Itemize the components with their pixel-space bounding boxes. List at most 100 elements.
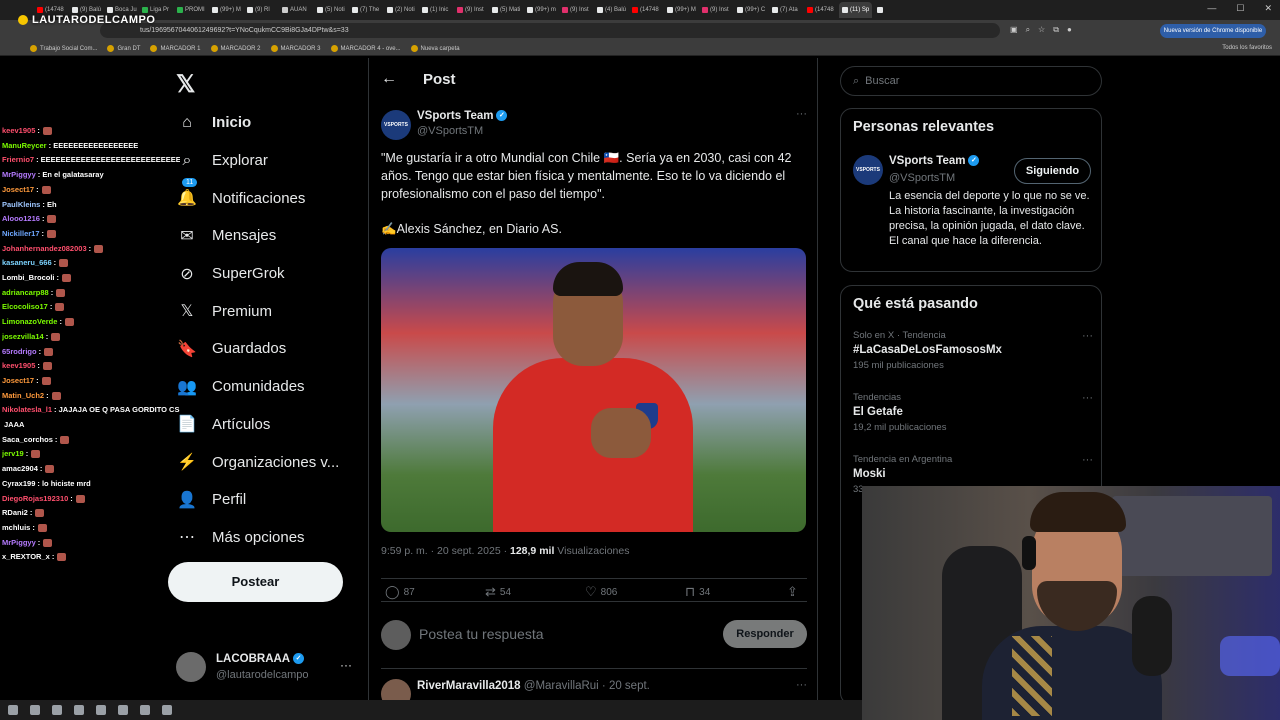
bookmark-item[interactable]: Trabajo Social Com...: [30, 45, 97, 52]
app-icon[interactable]: [74, 705, 84, 715]
bookmark-item[interactable]: Nueva carpeta: [410, 45, 460, 52]
browser-tab[interactable]: AUAN: [279, 2, 312, 18]
bookmark-item[interactable]: Gran DT: [107, 45, 140, 52]
browser-tab[interactable]: (99+) M: [209, 2, 242, 18]
trend-more-icon[interactable]: ···: [1082, 330, 1093, 342]
avatar[interactable]: VSPORTS: [381, 110, 411, 140]
browser-tab[interactable]: (9) Inst: [454, 2, 487, 18]
following-button[interactable]: Siguiendo: [1014, 158, 1091, 184]
url-field[interactable]: tus/1969567044061249692?t=YNoCqukmCC9Bi8…: [100, 23, 1000, 38]
relevant-name[interactable]: VSports Team ✓: [889, 155, 980, 167]
profile-icon[interactable]: ●: [1067, 25, 1072, 35]
post-more-icon[interactable]: ···: [796, 108, 807, 120]
more-icon[interactable]: ···: [340, 658, 352, 672]
file-explorer-icon[interactable]: [30, 705, 40, 715]
app-icon[interactable]: [118, 705, 128, 715]
browser-tab[interactable]: (99+) m: [524, 2, 557, 18]
relevant-people-card: Personas relevantes VSPORTS VSports Team…: [840, 108, 1102, 272]
chat-username: Johanhernandez082003: [2, 243, 87, 253]
nav-item-notificaciones[interactable]: 🔔 11 Notificaciones: [176, 178, 356, 217]
like-button[interactable]: ♡ 806: [585, 584, 617, 600]
repost-button[interactable]: ⇄ 54: [485, 584, 511, 600]
bookmark-button[interactable]: ⊓ 34: [685, 584, 710, 600]
browser-tab[interactable]: (9) Inst: [699, 2, 732, 18]
bookmark-item[interactable]: MARCADOR 3: [270, 45, 321, 52]
nav-item-premium[interactable]: 𝕏 Premium: [176, 292, 356, 330]
nav-item-organizaciones-v[interactable]: ⚡ Organizaciones v...: [176, 443, 356, 481]
browser-tab[interactable]: (14748: [804, 2, 837, 18]
browser-tab[interactable]: (5) Mati: [489, 2, 522, 18]
trend-more-icon[interactable]: ···: [1082, 392, 1093, 404]
back-arrow-icon[interactable]: ←: [381, 70, 397, 88]
browser-tab[interactable]: (9) Inst: [559, 2, 592, 18]
reply-submit-button[interactable]: Responder: [723, 620, 807, 648]
extension-icon[interactable]: ⧉: [1053, 25, 1059, 35]
trend-more-icon[interactable]: ···: [1082, 454, 1093, 466]
app-icon[interactable]: [162, 705, 172, 715]
browser-tab[interactable]: (11) Sp: [839, 2, 872, 18]
browser-tab[interactable]: (7) The: [349, 2, 382, 18]
browser-tab[interactable]: (1) Inic: [419, 2, 452, 18]
post-button[interactable]: Postear: [168, 562, 343, 602]
nav-item-inicio[interactable]: ⌂ Inicio: [176, 104, 356, 142]
browser-tab[interactable]: (2) Noti: [384, 2, 417, 18]
post-image[interactable]: [381, 248, 806, 532]
nav-item-perfil[interactable]: 👤 Perfil: [176, 481, 356, 519]
trend-context: Tendencia en Argentina: [853, 454, 953, 465]
bookmark-label: MARCADOR 4 - ove...: [340, 45, 401, 52]
nav-item-supergrok[interactable]: ⊘ SuperGrok: [176, 255, 356, 293]
tab-label: (99+) m: [535, 7, 556, 13]
browser-tab[interactable]: (5) Noti: [314, 2, 347, 18]
browser-tab[interactable]: (99+) M: [664, 2, 697, 18]
author-handle[interactable]: @VSportsTM: [417, 125, 483, 137]
cast-icon[interactable]: ▣: [1010, 25, 1018, 35]
trend-item[interactable]: Solo en X · Tendencia #LaCasaDeLosFamosos…: [853, 330, 1093, 371]
x-logo-icon[interactable]: 𝕏: [176, 70, 195, 99]
avatar[interactable]: VSPORTS: [853, 155, 883, 185]
tab-favicon-icon: [72, 7, 78, 13]
app-icon[interactable]: [96, 705, 106, 715]
bookmark-item[interactable]: MARCADOR 4 - ove...: [330, 45, 401, 52]
browser-tab[interactable]: (14748: [629, 2, 662, 18]
account-switcher[interactable]: LACOBRAAA ✓ @lautarodelcampo ···: [176, 650, 356, 686]
browser-tab[interactable]: (99+) C: [734, 2, 767, 18]
bookmark-item[interactable]: MARCADOR 2: [210, 45, 261, 52]
comment-author[interactable]: RiverMaravilla2018 @MaravillaRui · 20 se…: [417, 680, 650, 692]
browser-tab[interactable]: PROMI: [174, 2, 207, 18]
chrome-update-button[interactable]: Nueva versión de Chrome disponible: [1160, 24, 1266, 38]
chrome-icon[interactable]: [52, 705, 62, 715]
comment-more-icon[interactable]: ···: [796, 679, 807, 691]
app-icon[interactable]: [140, 705, 150, 715]
browser-tab[interactable]: (7) Ata: [769, 2, 802, 18]
zoom-icon[interactable]: ⌕: [1026, 25, 1030, 35]
post-time[interactable]: 9:59 p. m. · 20 sept. 2025 ·: [381, 545, 507, 557]
bookmarks-bar: Trabajo Social Com... Gran DT MARCADOR 1 MA…: [0, 42, 1280, 56]
tab-label: (5) Noti: [325, 7, 345, 13]
nav-item-explorar[interactable]: ⌕ Explorar: [176, 142, 356, 180]
close-icon[interactable]: ✕: [1264, 3, 1272, 14]
tab-favicon-icon: [352, 7, 358, 13]
nav-item-m-s-opciones[interactable]: ⋯ Más opciones: [176, 519, 356, 557]
nav-item-comunidades[interactable]: 👥 Comunidades: [176, 368, 356, 406]
bookmark-label: Nueva carpeta: [420, 45, 460, 52]
nav-item-guardados[interactable]: 🔖 Guardados: [176, 330, 356, 368]
start-icon[interactable]: [8, 705, 18, 715]
bookmark-item[interactable]: MARCADOR 1: [150, 45, 201, 52]
nav-item-art-culos[interactable]: 📄 Artículos: [176, 406, 356, 444]
search-input[interactable]: ⌕ Buscar: [840, 66, 1102, 96]
minimize-icon[interactable]: —: [1207, 3, 1216, 14]
nav-item-mensajes[interactable]: ✉ Mensajes: [176, 217, 356, 255]
maximize-icon[interactable]: ☐: [1236, 3, 1244, 14]
reply-button[interactable]: ◯ 87: [385, 584, 415, 600]
relevant-handle[interactable]: @VSportsTM: [889, 172, 955, 184]
author-name[interactable]: VSports Team ✓: [417, 110, 508, 122]
all-bookmarks-link[interactable]: Todos los favoritos: [1222, 45, 1272, 51]
chat-message: Matin_Uch2:: [2, 389, 180, 404]
browser-tab[interactable]: [874, 2, 907, 18]
star-icon[interactable]: ☆: [1038, 25, 1045, 35]
browser-tab[interactable]: (4) Balú: [594, 2, 627, 18]
browser-tab[interactable]: (9) Rl: [244, 2, 277, 18]
share-button[interactable]: ⇪: [787, 584, 798, 600]
reply-input[interactable]: Postea tu respuesta: [419, 626, 544, 642]
trend-item[interactable]: Tendencias El Getafe 19,2 mil publicacione…: [853, 392, 1093, 433]
